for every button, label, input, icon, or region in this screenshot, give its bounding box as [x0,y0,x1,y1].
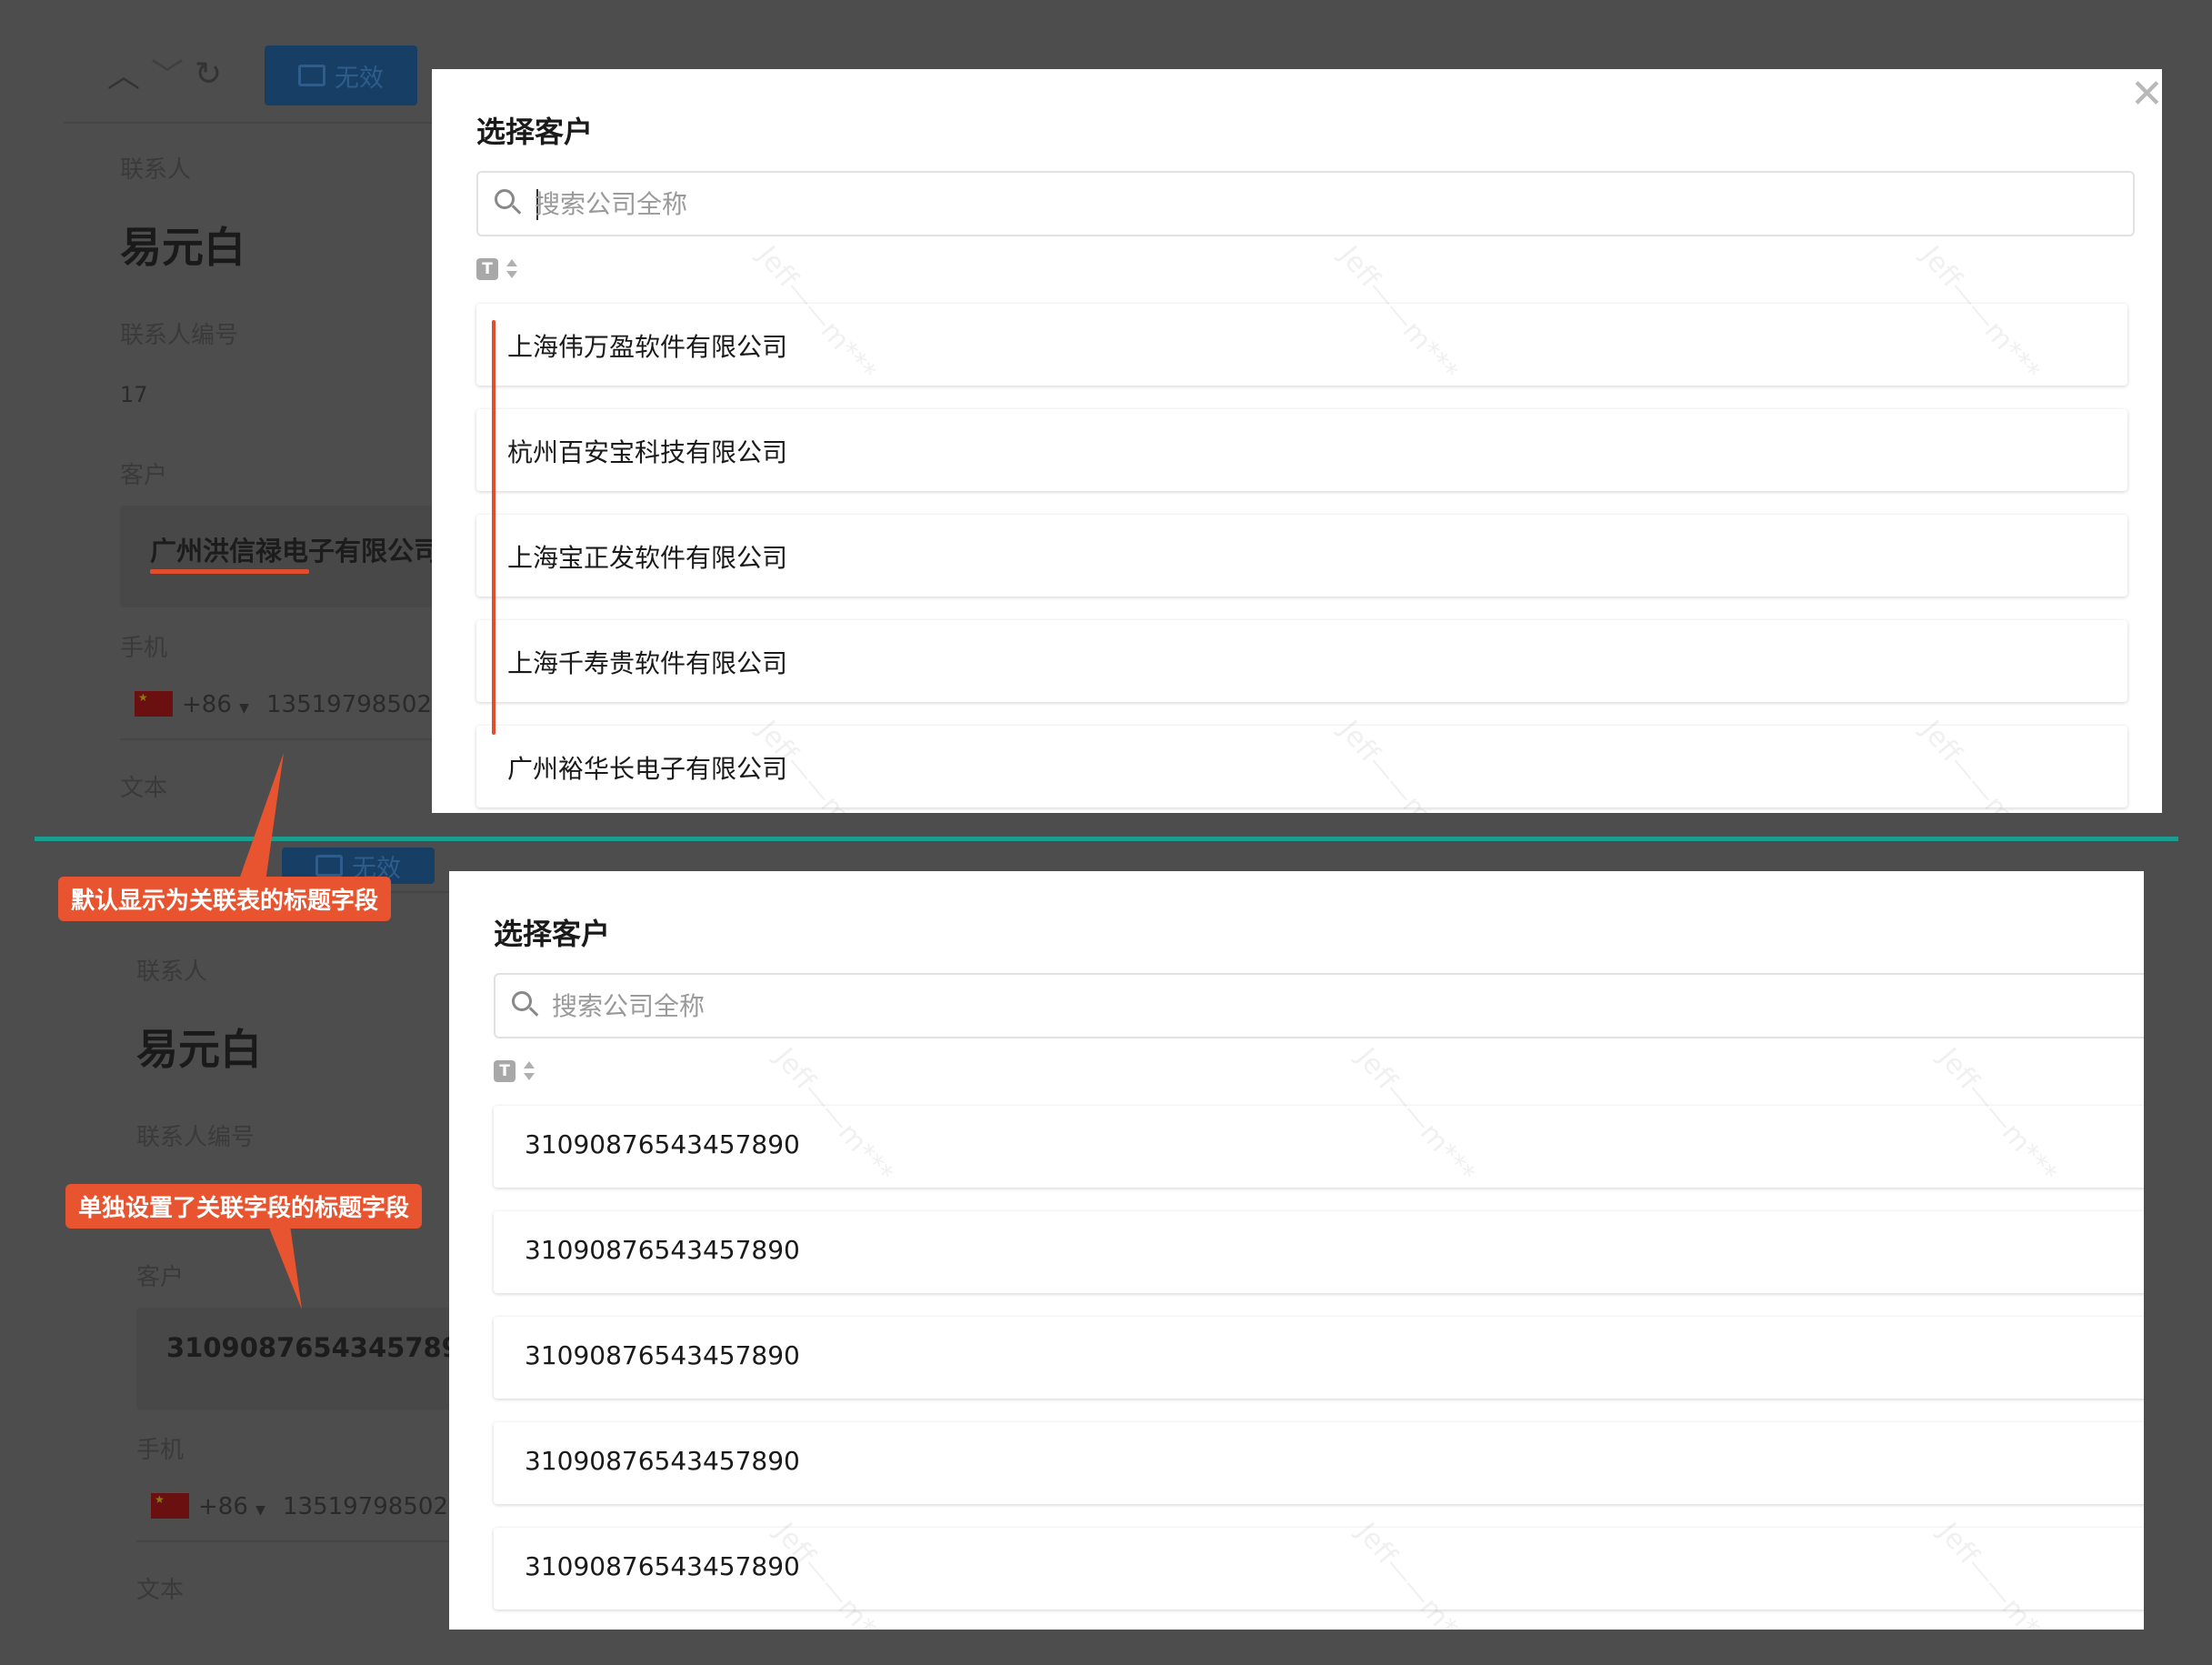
phone-country-code[interactable]: +86 ▼ [198,1493,265,1520]
customer-value: 广州洪信禄电子有限公司 [150,536,441,567]
invalid-button[interactable]: 无效 [265,45,417,105]
phone-number: 13519798502 [266,691,432,718]
contact-detail-form: ︿ ﹀ ↻ 无效 联系人 易元白 联系人编号 17 客户 广州洪信禄电子有限公司… [0,0,502,818]
contact-label: 联系人 [136,958,208,986]
caret-down-icon: ▼ [239,701,249,716]
invalid-button-label: 无效 [335,64,384,93]
toolbar-divider [64,122,482,124]
list-item[interactable]: 广州裕华长电子有限公司 [476,726,2127,807]
list-item-text: 上海千寿贵软件有限公司 [507,648,788,678]
list-item[interactable]: 31090876543457890 [494,1422,2144,1504]
sort-order-icon[interactable] [523,1058,535,1084]
customer-label: 客户 [120,462,168,489]
phone-country-code[interactable]: +86 ▼ [182,691,249,718]
search-box [476,171,2135,236]
list-item[interactable]: 上海宝正发软件有限公司 [476,515,2127,597]
list-item[interactable]: 杭州百安宝科技有限公司 [476,409,2127,491]
custom-title-callout: 单独设置了关联字段的标题字段 [65,1184,423,1229]
list-item-text: 31090876543457890 [525,1340,800,1370]
text-label: 文本 [136,1577,185,1604]
modal-title: 选择客户 [476,115,594,149]
bottom-panel: 无效 联系人 易元白 联系人编号 客户 31090876543457890 手机… [0,846,2212,1664]
close-icon[interactable]: ✕ [2130,75,2162,115]
invalid-icon [315,855,343,877]
text-field-icon[interactable]: T [494,1060,515,1082]
top-panel: ︿ ﹀ ↻ 无效 联系人 易元白 联系人编号 17 客户 广州洪信禄电子有限公司… [0,0,2212,818]
list-item-text: 31090876543457890 [525,1551,800,1581]
contact-name: 易元白 [120,223,245,272]
list-item[interactable]: 31090876543457890 [494,1211,2144,1293]
list-item-text: 31090876543457890 [525,1446,800,1476]
default-title-callout: 默认显示为关联表的标题字段 [58,877,392,921]
select-customer-modal: 选择客户 T 31090876543457890 310908765434578… [449,871,2144,1630]
phone-number: 13519798502 [283,1493,448,1520]
contact-number-label: 联系人编号 [120,322,239,349]
customer-value: 31090876543457890 [166,1332,479,1363]
list-item[interactable]: 31090876543457890 [494,1317,2144,1399]
invalid-icon [298,65,325,86]
phone-code-text: +86 [198,1493,248,1520]
phone-label: 手机 [120,635,168,662]
china-flag-icon [151,1493,189,1519]
list-item-text: 广州裕华长电子有限公司 [507,754,788,784]
modal-title: 选择客户 [494,917,611,951]
contact-name: 易元白 [136,1025,262,1074]
chevron-down-icon[interactable]: ﹀ [151,60,184,93]
contact-detail-form: 无效 联系人 易元白 联系人编号 客户 31090876543457890 手机… [0,846,500,1664]
select-customer-modal: ✕ 选择客户 T 上海伟万盈软件有限公司 杭州百安宝科技有限公司 上海宝正发软件… [432,69,2162,813]
contact-number-label: 联系人编号 [136,1124,255,1151]
customer-value-underline [150,569,309,574]
china-flag-icon [135,691,173,717]
section-separator [35,837,2178,841]
list-item[interactable]: 31090876543457890 [494,1528,2144,1610]
search-icon [495,189,515,209]
list-item[interactable]: 上海伟万盈软件有限公司 [476,304,2127,386]
contact-label: 联系人 [120,156,192,184]
phone-divider [120,738,484,740]
list-item-text: 杭州百安宝科技有限公司 [507,437,788,467]
sort-order-icon[interactable] [505,256,518,282]
search-icon [512,991,532,1011]
search-box [494,973,2144,1038]
highlight-bracket-line [492,320,495,735]
chevron-up-icon[interactable]: ︿ [107,60,140,93]
search-input[interactable] [552,984,2134,1028]
contact-number-value: 17 [120,382,148,407]
refresh-icon[interactable]: ↻ [195,58,222,91]
list-item[interactable]: 上海千寿贵软件有限公司 [476,620,2127,702]
customer-label: 客户 [136,1264,185,1291]
list-item-text: 31090876543457890 [525,1129,800,1159]
list-item[interactable]: 31090876543457890 [494,1106,2144,1188]
phone-divider [136,1540,464,1542]
caret-down-icon: ▼ [255,1503,265,1518]
phone-code-text: +86 [182,691,232,718]
text-field-icon[interactable]: T [476,258,498,280]
list-item-text: 31090876543457890 [525,1235,800,1265]
text-label: 文本 [120,775,168,802]
search-input[interactable] [535,182,2107,226]
list-item-text: 上海伟万盈软件有限公司 [507,332,788,362]
phone-label: 手机 [136,1437,185,1464]
list-item-text: 上海宝正发软件有限公司 [507,543,788,573]
